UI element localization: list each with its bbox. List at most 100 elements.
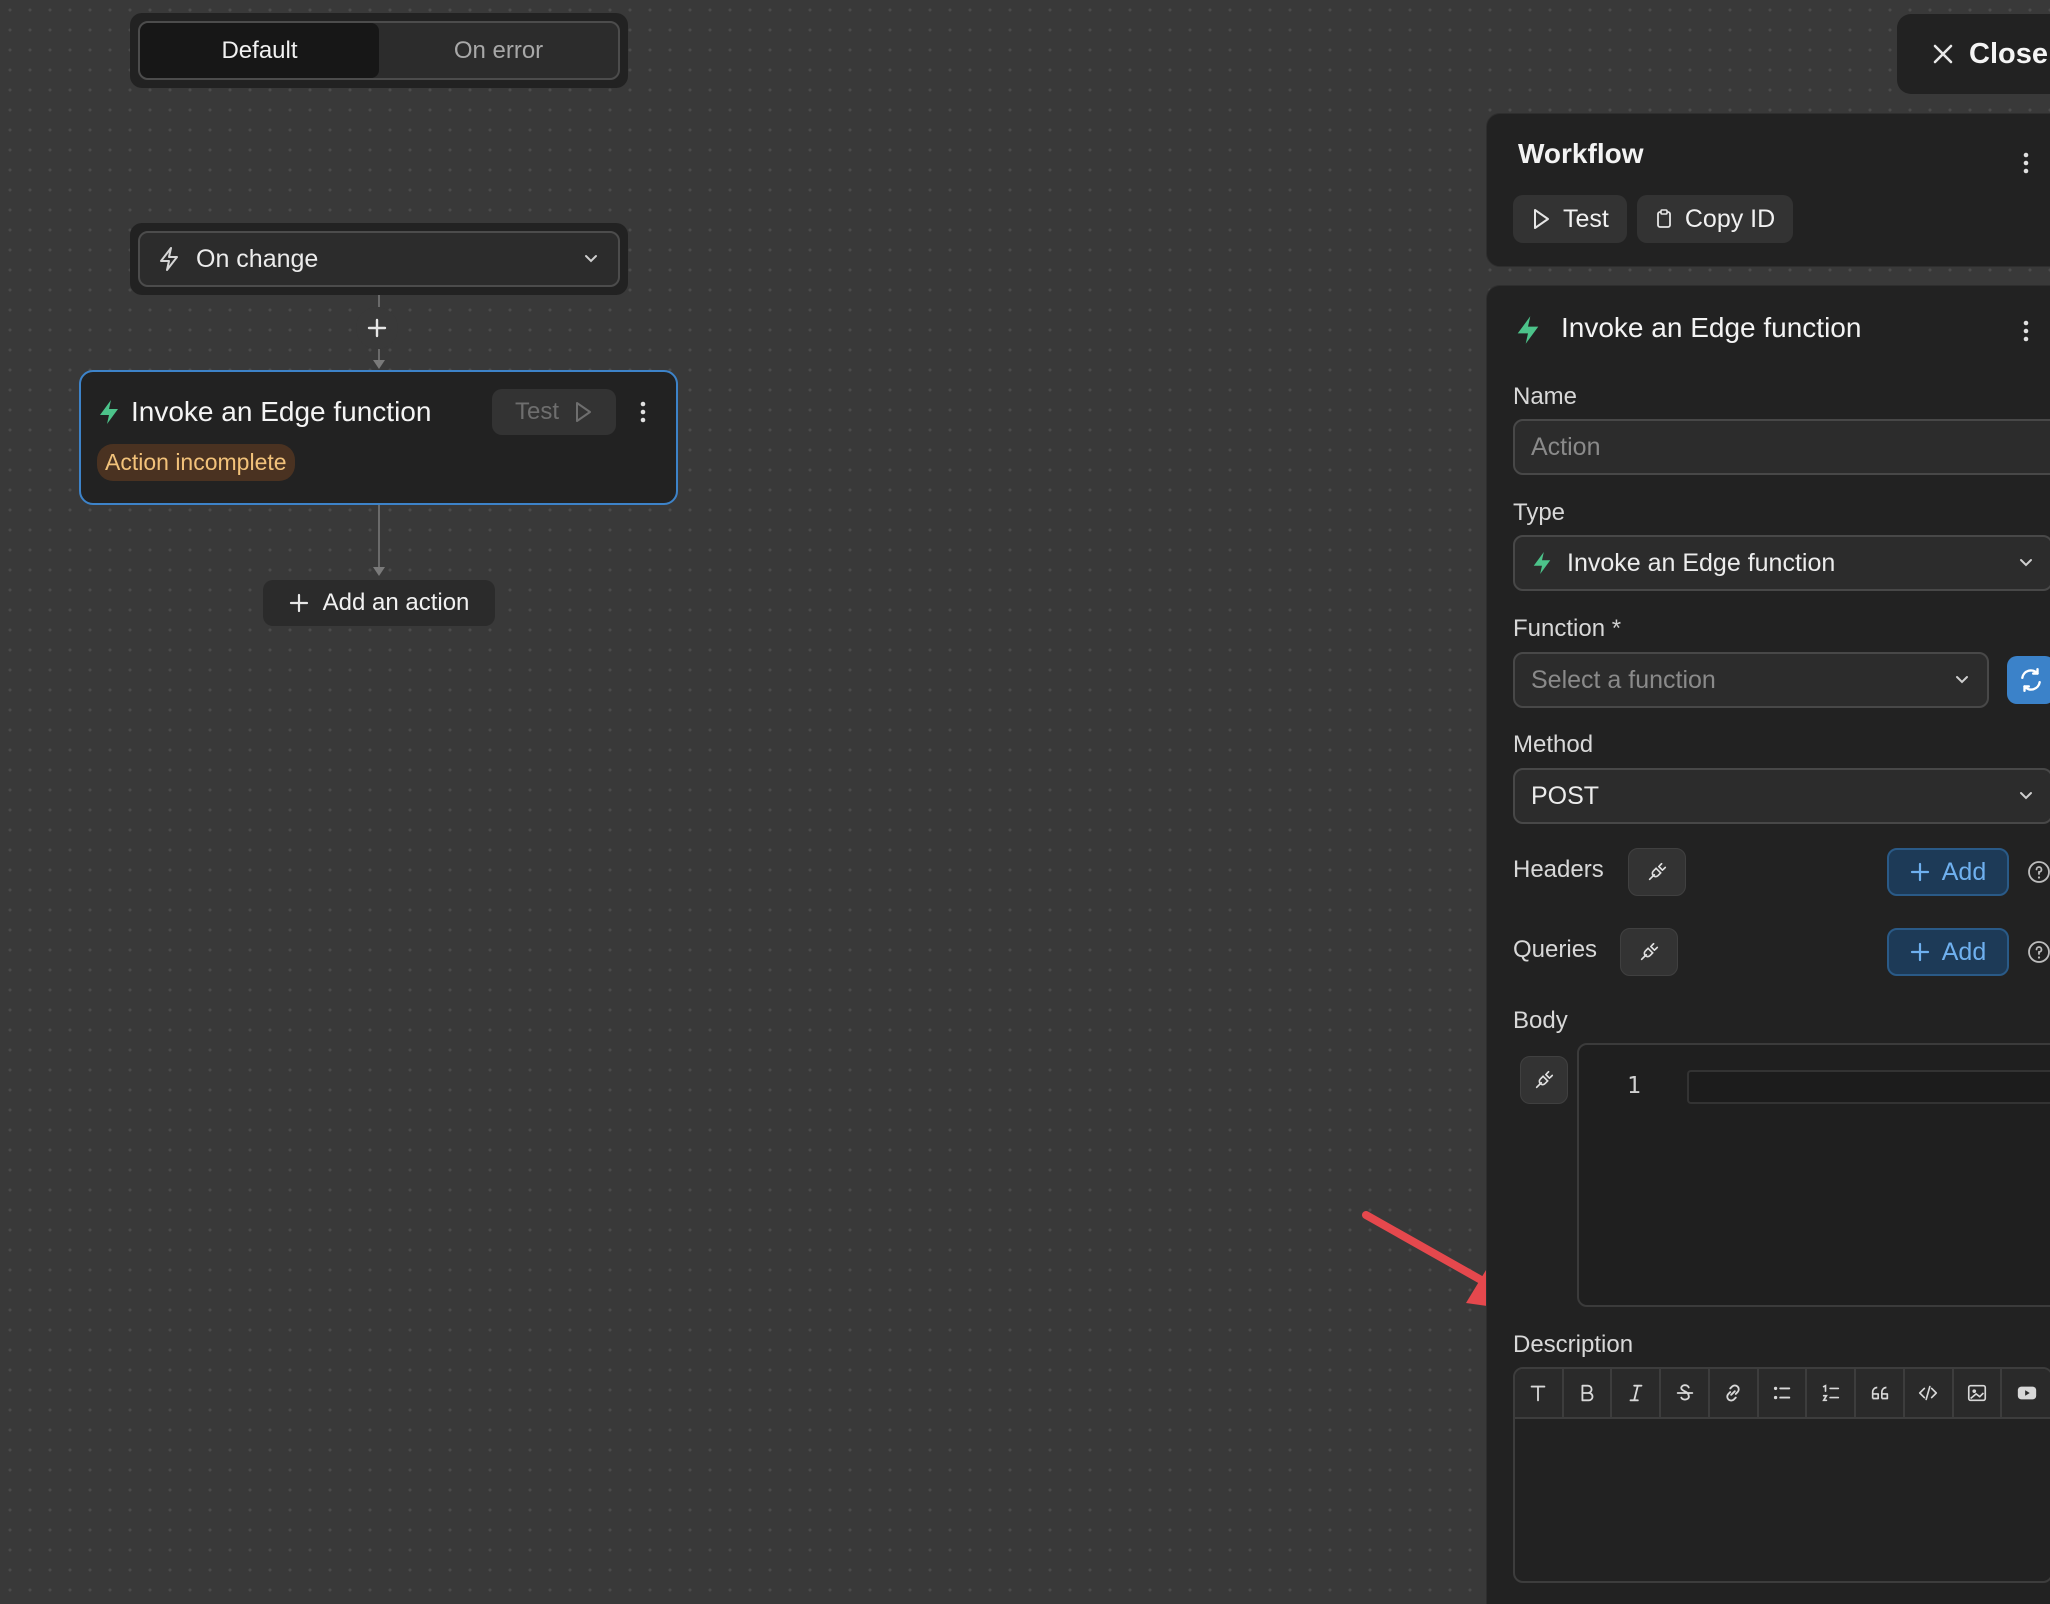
branch-toggle: Default On error xyxy=(130,13,628,88)
italic-icon xyxy=(1629,1384,1643,1402)
action-panel-title: Invoke an Edge function xyxy=(1561,312,1862,343)
link-icon xyxy=(1726,1384,1740,1402)
status-badge: Action incomplete xyxy=(97,444,295,481)
action-more-button[interactable] xyxy=(2023,320,2029,342)
headers-label: Headers xyxy=(1513,856,1604,883)
plug-icon xyxy=(1535,1070,1554,1089)
function-select[interactable]: Select a function xyxy=(1513,652,1989,708)
test-label: Test xyxy=(1563,204,1609,233)
description-content[interactable] xyxy=(1515,1419,2050,1581)
ordered-list-icon xyxy=(1821,1384,1839,1402)
strikethrough-button[interactable] xyxy=(1661,1369,1710,1417)
body-variable-button[interactable] xyxy=(1520,1056,1568,1104)
chevron-down-icon xyxy=(2020,792,2032,800)
action-card-more-button[interactable] xyxy=(626,390,660,434)
add-label: Add xyxy=(1941,937,1987,966)
test-label: Test xyxy=(514,398,559,425)
workflow-panel: Workflow Test Copy ID xyxy=(1486,113,2050,267)
workflow-test-button[interactable]: Test xyxy=(1513,195,1627,243)
image-icon xyxy=(1967,1384,1987,1402)
refresh-functions-button[interactable] xyxy=(2007,656,2050,704)
headers-help-icon[interactable] xyxy=(2027,860,2050,884)
queries-variable-button[interactable] xyxy=(1620,928,1678,976)
lightning-icon xyxy=(158,246,180,272)
connector-arrow xyxy=(373,567,385,576)
function-placeholder: Select a function xyxy=(1531,665,1716,694)
insert-step-button[interactable] xyxy=(356,307,398,349)
rich-text-toolbar xyxy=(1515,1369,2050,1419)
name-input[interactable]: Action xyxy=(1513,419,2050,475)
action-config-panel: Invoke an Edge function Name Action Type… xyxy=(1486,285,2050,1604)
branch-toggle-group: Default On error xyxy=(138,21,620,80)
copy-id-button[interactable]: Copy ID xyxy=(1636,195,1794,243)
chevron-down-icon xyxy=(2020,559,2032,567)
strikethrough-icon xyxy=(1676,1384,1693,1401)
description-label: Description xyxy=(1513,1331,1634,1358)
action-card[interactable]: Invoke an Edge function Test Action inco… xyxy=(79,370,678,505)
video-button[interactable] xyxy=(2002,1369,2050,1417)
connector-line xyxy=(378,505,380,568)
bold-button[interactable] xyxy=(1564,1369,1613,1417)
bold-icon xyxy=(1581,1384,1594,1402)
text-style-button[interactable] xyxy=(1515,1369,1564,1417)
image-button[interactable] xyxy=(1954,1369,2003,1417)
workflow-title: Workflow xyxy=(1518,138,1644,169)
trigger-select[interactable]: On change xyxy=(138,231,620,287)
headers-variable-button[interactable] xyxy=(1628,848,1686,896)
type-value: Invoke an Edge function xyxy=(1567,548,1836,577)
ordered-list-button[interactable] xyxy=(1807,1369,1857,1417)
chevron-down-icon xyxy=(1956,676,1968,684)
code-icon xyxy=(1919,1385,1938,1401)
add-action-label: Add an action xyxy=(322,589,470,616)
italic-button[interactable] xyxy=(1612,1369,1662,1417)
body-code-editor[interactable]: 1 xyxy=(1577,1043,2050,1307)
connector-line xyxy=(378,295,380,307)
refresh-icon xyxy=(2021,667,2041,693)
quote-icon xyxy=(1871,1386,1888,1400)
code-line-1[interactable] xyxy=(1687,1070,2050,1104)
description-editor xyxy=(1513,1367,2050,1583)
action-card-test-button[interactable]: Test xyxy=(492,389,616,435)
play-icon xyxy=(1534,209,1549,229)
workflow-more-button[interactable] xyxy=(2023,152,2029,174)
headers-add-button[interactable]: Add xyxy=(1887,848,2009,896)
kebab-icon xyxy=(2023,152,2029,174)
plus-icon xyxy=(367,318,387,338)
close-icon xyxy=(1933,44,1953,64)
queries-label: Queries xyxy=(1513,936,1598,963)
youtube-icon xyxy=(2017,1386,2036,1400)
plus-icon xyxy=(1910,942,1929,962)
code-button[interactable] xyxy=(1905,1369,1954,1417)
add-action-button[interactable]: Add an action xyxy=(263,580,495,626)
play-icon xyxy=(576,402,591,422)
queries-add-button[interactable]: Add xyxy=(1887,928,2009,976)
kebab-icon xyxy=(2023,320,2029,342)
quote-button[interactable] xyxy=(1856,1369,1905,1417)
toggle-default[interactable]: Default xyxy=(140,23,379,78)
action-card-title: Invoke an Edge function xyxy=(131,396,432,427)
toggle-on-error[interactable]: On error xyxy=(379,23,618,78)
trigger-node: On change xyxy=(130,223,628,295)
method-value: POST xyxy=(1531,781,1600,810)
plus-icon xyxy=(1910,862,1929,882)
clipboard-icon xyxy=(1656,209,1671,228)
queries-help-icon[interactable] xyxy=(2027,940,2050,964)
link-button[interactable] xyxy=(1710,1369,1759,1417)
add-label: Add xyxy=(1941,857,1987,886)
line-number: 1 xyxy=(1627,1073,1641,1099)
plug-icon xyxy=(1640,942,1659,961)
copy-id-label: Copy ID xyxy=(1684,204,1776,233)
trigger-label: On change xyxy=(196,244,319,273)
close-button[interactable]: Close xyxy=(1897,14,2050,94)
edge-function-icon xyxy=(1533,552,1551,574)
name-placeholder: Action xyxy=(1531,432,1601,461)
bullet-list-button[interactable] xyxy=(1759,1369,1808,1417)
body-label: Body xyxy=(1513,1007,1568,1034)
bullet-list-icon xyxy=(1773,1386,1791,1400)
edge-function-icon xyxy=(1513,314,1543,346)
type-select[interactable]: Invoke an Edge function xyxy=(1513,535,2050,591)
type-label: Type xyxy=(1513,499,1566,526)
kebab-icon xyxy=(640,401,646,423)
name-label: Name xyxy=(1513,383,1578,410)
method-select[interactable]: POST xyxy=(1513,768,2050,824)
